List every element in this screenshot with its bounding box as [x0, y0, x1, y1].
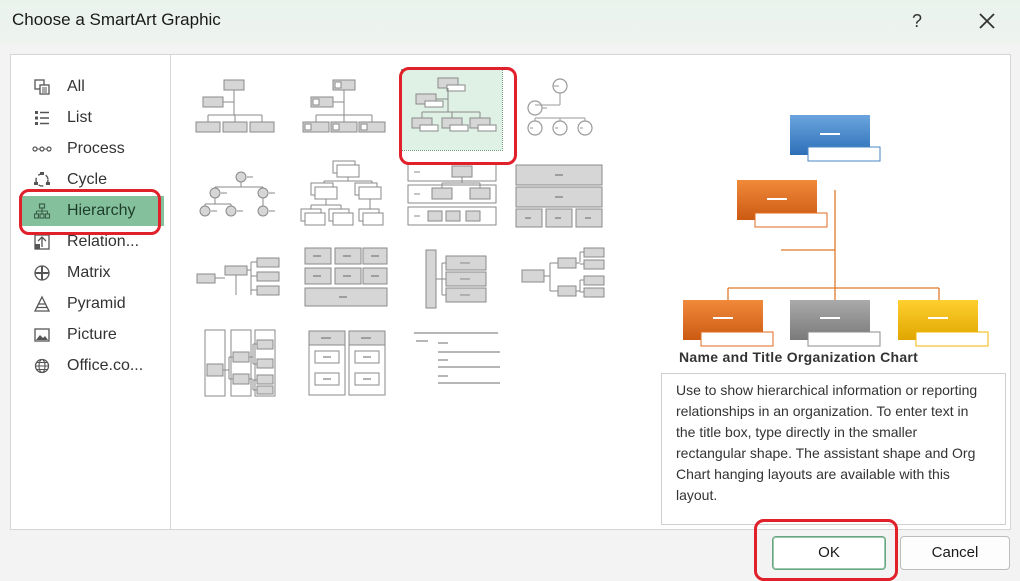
- category-label: Matrix: [67, 264, 111, 281]
- hierarchy-icon: [29, 202, 55, 220]
- layout-horizontal-hierarchy[interactable]: [402, 240, 502, 320]
- close-icon: [979, 13, 995, 29]
- layout-name-and-title-organization-chart[interactable]: [401, 69, 503, 151]
- layout-picture-organization-chart[interactable]: [293, 70, 393, 150]
- category-list: All List Process Cycle Hierarchy Relatio…: [10, 54, 171, 530]
- layout-table-hierarchy[interactable]: [510, 155, 610, 235]
- category-pyramid[interactable]: Pyramid: [19, 289, 164, 319]
- category-label: Hierarchy: [67, 202, 136, 219]
- category-label: Process: [67, 140, 125, 157]
- category-label: List: [67, 109, 92, 126]
- layout-organization-chart[interactable]: [185, 70, 285, 150]
- category-matrix[interactable]: Matrix: [19, 258, 164, 288]
- category-cycle[interactable]: Cycle: [19, 165, 164, 195]
- category-all[interactable]: All: [19, 72, 164, 102]
- matrix-icon: [29, 264, 55, 282]
- layout-labeled-hierarchy[interactable]: [402, 155, 502, 235]
- layout-horizontal-labeled-hierarchy[interactable]: [293, 240, 393, 320]
- layout-half-circle-organization-chart[interactable]: [510, 70, 610, 150]
- layout-horizontal-organization-chart[interactable]: [185, 240, 285, 320]
- category-relationship[interactable]: Relation...: [19, 227, 164, 257]
- layout-gallery: [170, 54, 660, 530]
- category-label: Pyramid: [67, 295, 126, 312]
- layout-hierarchy[interactable]: [293, 155, 393, 235]
- picture-icon: [29, 326, 55, 344]
- layout-lined-list-hierarchy[interactable]: [185, 325, 285, 405]
- relationship-icon: [29, 233, 55, 251]
- title-bar: Choose a SmartArt Graphic ?: [0, 0, 1020, 44]
- category-label: Cycle: [67, 171, 108, 188]
- list-icon: [29, 109, 55, 127]
- dialog-title: Choose a SmartArt Graphic: [12, 10, 221, 29]
- cancel-button[interactable]: Cancel: [900, 536, 1010, 570]
- ok-button[interactable]: OK: [772, 536, 886, 570]
- category-list-item[interactable]: List: [19, 103, 164, 133]
- category-label: Picture: [67, 326, 117, 343]
- category-picture[interactable]: Picture: [19, 320, 164, 350]
- globe-icon: [29, 357, 55, 375]
- layout-circle-picture-hierarchy[interactable]: [185, 155, 285, 235]
- all-icon: [29, 78, 55, 96]
- close-button[interactable]: [972, 6, 1002, 36]
- category-hierarchy[interactable]: Hierarchy: [19, 196, 164, 226]
- category-label: All: [67, 78, 85, 95]
- category-office-com[interactable]: Office.co...: [19, 351, 164, 381]
- layout-title: Name and Title Organization Chart: [679, 349, 919, 365]
- pyramid-icon: [29, 295, 55, 313]
- category-label: Relation...: [67, 233, 140, 250]
- layout-horizontal-multi-level-hierarchy[interactable]: [510, 240, 610, 320]
- category-process[interactable]: Process: [19, 134, 164, 164]
- category-label: Office.co...: [67, 357, 144, 374]
- process-icon: [29, 140, 55, 158]
- layout-description: Use to show hierarchical information or …: [661, 373, 1006, 525]
- layout-hierarchy-list[interactable]: [402, 325, 502, 405]
- help-button[interactable]: ?: [906, 8, 928, 34]
- preview-diagram: [683, 115, 989, 347]
- layout-architecture-layout[interactable]: [293, 325, 393, 405]
- cycle-icon: [29, 171, 55, 189]
- preview-panel: Name and Title Organization Chart Use to…: [659, 54, 1011, 530]
